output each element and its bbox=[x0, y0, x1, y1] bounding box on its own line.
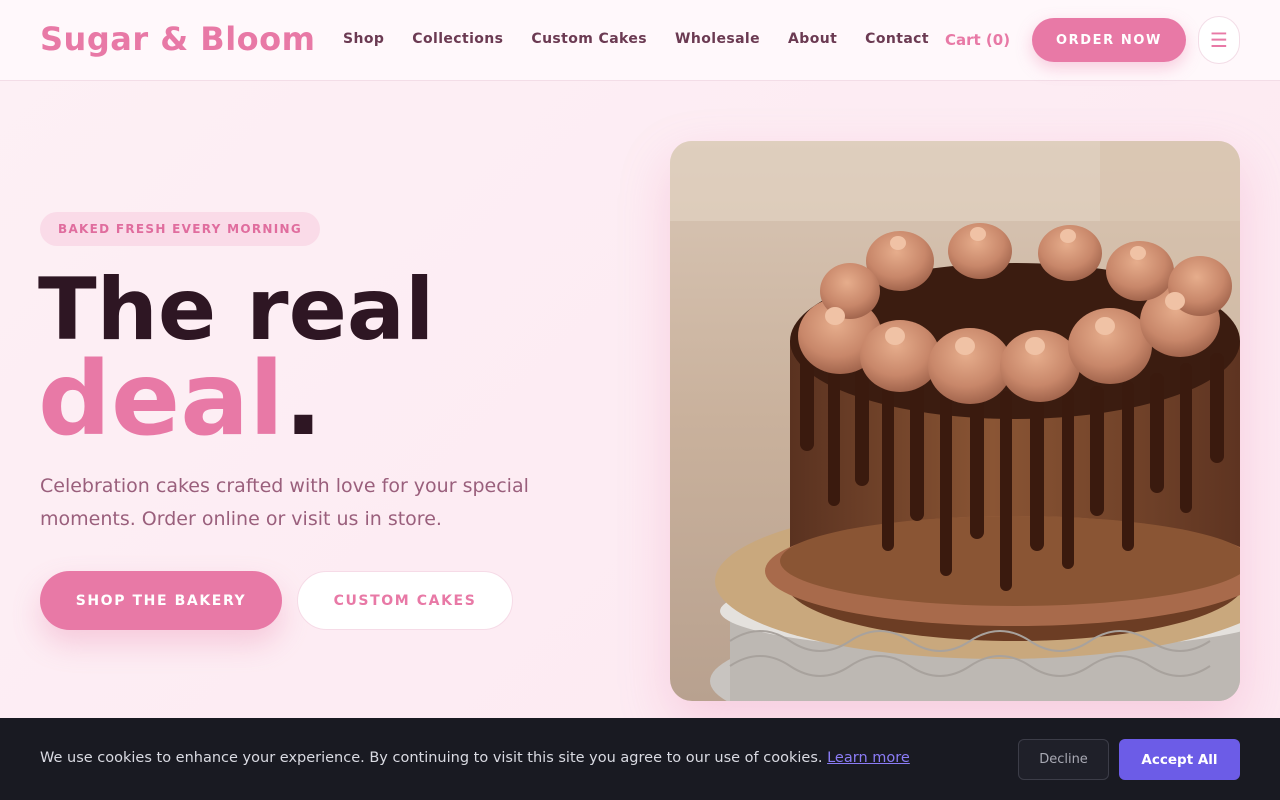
cookie-message-text: We use cookies to enhance your experienc… bbox=[40, 750, 823, 766]
hero-headline-line2: deal. bbox=[38, 345, 323, 455]
chocolate-drip-cake-image bbox=[670, 141, 1240, 701]
nav-link-wholesale[interactable]: Wholesale bbox=[675, 31, 760, 47]
main-nav: Shop Collections Custom Cakes Wholesale … bbox=[343, 31, 957, 47]
hero-badge: BAKED FRESH EVERY MORNING bbox=[40, 212, 320, 246]
accept-all-cookies-button[interactable]: Accept All bbox=[1119, 739, 1240, 780]
logo[interactable]: Sugar & Bloom bbox=[40, 20, 315, 58]
nav-link-about[interactable]: About bbox=[788, 31, 837, 47]
cart-link[interactable]: Cart (0) bbox=[945, 31, 1010, 49]
headline-accent-word: deal bbox=[38, 340, 284, 459]
hamburger-menu-icon: ☰ bbox=[1210, 28, 1228, 52]
nav-link-collections[interactable]: Collections bbox=[412, 31, 503, 47]
custom-cakes-button[interactable]: CUSTOM CAKES bbox=[297, 571, 513, 630]
order-now-button[interactable]: ORDER NOW bbox=[1032, 18, 1186, 62]
nav-link-shop[interactable]: Shop bbox=[343, 31, 384, 47]
shop-the-bakery-button[interactable]: SHOP THE BAKERY bbox=[40, 571, 282, 630]
site-header: Sugar & Bloom Shop Collections Custom Ca… bbox=[0, 0, 1280, 81]
hero-subtext: Celebration cakes crafted with love for … bbox=[40, 475, 529, 530]
cookie-message: We use cookies to enhance your experienc… bbox=[40, 750, 910, 766]
learn-more-link[interactable]: Learn more bbox=[827, 750, 910, 766]
decline-cookies-button[interactable]: Decline bbox=[1018, 739, 1109, 780]
nav-link-custom-cakes[interactable]: Custom Cakes bbox=[531, 31, 647, 47]
menu-button[interactable]: ☰ bbox=[1198, 16, 1240, 64]
nav-link-contact[interactable]: Contact bbox=[865, 31, 929, 47]
headline-dot: . bbox=[284, 340, 323, 459]
